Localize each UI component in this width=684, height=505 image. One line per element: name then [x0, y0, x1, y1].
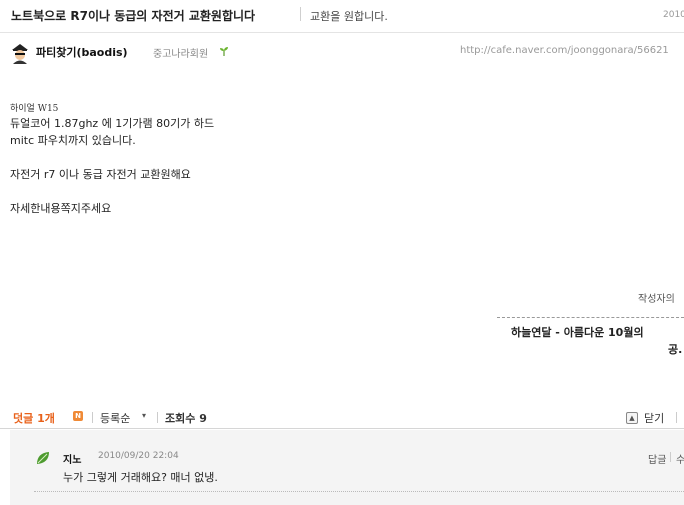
header-divider [0, 32, 684, 33]
post-title: 노트북으로 R7이나 동급의 자전거 교환원합니다 [11, 9, 256, 23]
post-date: 2010 [663, 10, 684, 20]
author-post-link[interactable]: 공. [668, 341, 682, 357]
comment-author[interactable]: 지노 [63, 451, 81, 466]
post-url[interactable]: http://cafe.naver.com/joonggonara/56621 [460, 45, 669, 56]
handwritten-heading: 하이얼 W15 [10, 104, 59, 114]
caret-down-icon[interactable]: ▾ [142, 411, 146, 420]
bar-divider [676, 412, 677, 423]
comment-divider [34, 491, 684, 492]
post-category[interactable]: 교환을 원합니다. [310, 8, 388, 24]
author-nickname[interactable]: 파티찾기(baodis) [36, 44, 128, 60]
author-post-link[interactable]: 하늘연달 - 아름다운 10월의 [511, 324, 644, 340]
comment-date: 2010/09/20 22:04 [98, 451, 179, 461]
body-line: 듀얼코어 1.87ghz 에 1기가램 80기가 하드 [10, 117, 215, 130]
comment-list [10, 430, 684, 505]
title-divider [300, 7, 301, 21]
avatar[interactable] [9, 42, 31, 64]
author-posts-divider [497, 317, 684, 318]
leaf-icon [37, 452, 49, 464]
author-posts-heading: 작성자의 [638, 294, 684, 305]
bar-divider [157, 412, 158, 423]
comment-text: 누가 그렇게 거래해요? 매너 없냉. [63, 471, 218, 484]
edit-button[interactable]: 수 [676, 451, 684, 466]
comment-count-toggle[interactable]: 덧글 1개 [13, 410, 55, 426]
member-grade: 중고나라회원 [153, 49, 209, 60]
sprout-icon [220, 47, 228, 56]
comment-action-divider [670, 452, 671, 462]
view-count: 조회수 9 [165, 412, 207, 425]
body-line: 자세한내용쪽지주세요 [10, 202, 112, 215]
close-comments-button[interactable]: 닫기 [644, 410, 664, 426]
sort-dropdown[interactable]: 등록순 [100, 410, 130, 426]
reply-button[interactable]: 답글 [648, 451, 666, 466]
comment-bar-divider [0, 428, 684, 429]
bar-divider [92, 412, 93, 423]
collapse-icon[interactable]: ▲ [626, 412, 638, 424]
new-badge: N [73, 411, 83, 421]
body-line: mitc 파우치까지 있습니다. [10, 134, 136, 147]
body-line: 자전거 r7 이나 동급 자전거 교환원해요 [10, 168, 191, 181]
